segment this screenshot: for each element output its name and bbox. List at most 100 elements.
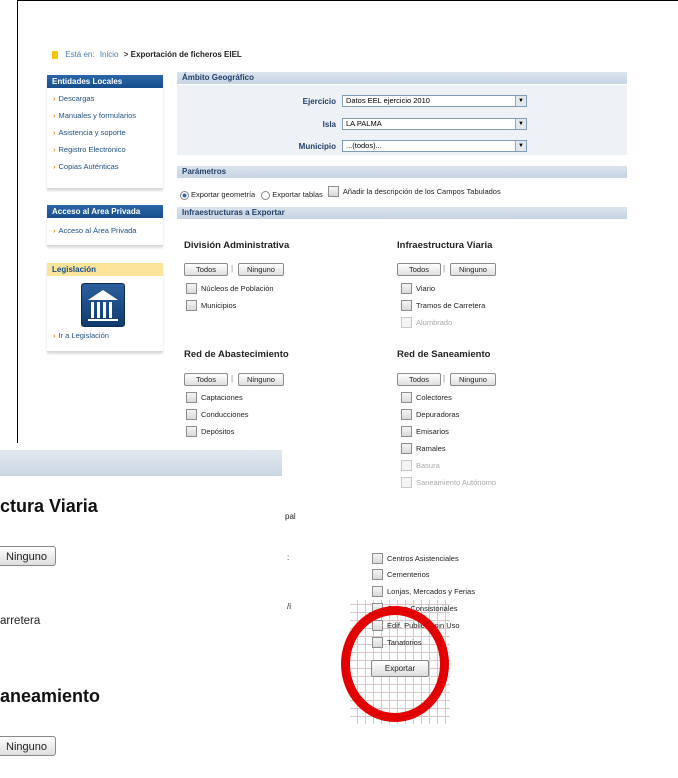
breadcrumb-prefix: Está en:	[65, 50, 95, 59]
checkbox-label: Saneamiento Autónomo	[416, 478, 497, 487]
breadcrumb: Está en: Inicio > Exportación de fichero…	[52, 50, 242, 59]
zoom-ninguno-button-2[interactable]: Ninguno	[0, 736, 56, 756]
checkbox-label: Viario	[416, 284, 436, 293]
sidebar-item-registro[interactable]: Registro Electrónico	[47, 141, 163, 158]
radio-tablas[interactable]	[261, 190, 271, 200]
checkbox-box[interactable]	[372, 569, 383, 580]
viaria-title: Infraestructura Viaria	[397, 240, 493, 251]
checkbox-label: Conducciones	[201, 410, 249, 419]
checkbox-depuradoras[interactable]: Depuradoras	[401, 409, 459, 420]
checkbox-label: Tramos de Carretera	[416, 301, 486, 310]
checkbox-basura: Basura	[401, 460, 440, 471]
isla-select-value: LA PALMA	[346, 119, 382, 128]
checkbox-colectores[interactable]: Colectores	[401, 392, 452, 403]
sidebar-acceso-title: Acceso al Area Privada	[47, 205, 163, 218]
checkbox-municipios[interactable]: Municipios	[186, 300, 236, 311]
saneamiento-title: Red de Saneamiento	[397, 349, 491, 360]
checkbox-label: Depuradoras	[416, 410, 460, 419]
highlight-circle	[341, 606, 449, 722]
division-ninguno-button[interactable]: Ninguno	[238, 263, 284, 276]
checkbox-box[interactable]	[186, 426, 197, 437]
abastecimiento-title: Red de Abastecimiento	[184, 349, 289, 360]
checkbox-depositos[interactable]: Depósitos	[186, 426, 234, 437]
checkbox-descripcion[interactable]	[327, 186, 339, 197]
zoom-ninguno-button[interactable]: Ninguno	[0, 546, 56, 566]
zoom-header-bar	[0, 450, 282, 476]
ejercicio-select[interactable]: Datos EEL ejercicio 2010 ▼	[342, 95, 527, 107]
checkbox-box[interactable]	[401, 443, 412, 454]
isla-select[interactable]: LA PALMA ▼	[342, 118, 527, 130]
chevron-down-icon: ▼	[515, 141, 526, 151]
ejercicio-label: Ejercicio	[302, 97, 336, 106]
abastecimiento-todos-button[interactable]: Todos	[184, 373, 228, 386]
checkbox-box	[401, 317, 412, 328]
checkbox-box[interactable]	[401, 426, 412, 437]
checkbox-label: Depósitos	[201, 427, 235, 436]
viaria-ninguno-button[interactable]: Ninguno	[450, 263, 496, 276]
checkbox-lonjas[interactable]: Lonjas, Mercados y Ferias	[372, 586, 475, 597]
checkbox-label: Captaciones	[201, 393, 243, 402]
checkbox-box[interactable]	[401, 392, 412, 403]
checkbox-saneamiento-autonomo: Saneamiento Autónomo	[401, 477, 496, 488]
checkbox-descripcion-label: Añadir la descripción de los Campos Tabu…	[342, 187, 501, 196]
hidden-text-fragment: :	[287, 553, 290, 562]
division-title: División Administrativa	[184, 240, 290, 251]
checkbox-conducciones[interactable]: Conducciones	[186, 409, 249, 420]
checkbox-box[interactable]	[186, 283, 197, 294]
checkbox-captaciones[interactable]: Captaciones	[186, 392, 243, 403]
zoom-tramos-text: arretera	[0, 615, 41, 627]
zoom-viaria-title: ctura Viaria	[0, 496, 98, 516]
breadcrumb-home-link[interactable]: Inicio	[100, 50, 119, 59]
sidebar-item-descargas[interactable]: Descargas	[47, 90, 163, 107]
checkbox-box	[401, 460, 412, 471]
viaria-todos-button[interactable]: Todos	[397, 263, 441, 276]
checkbox-cementerios[interactable]: Cementerios	[372, 569, 430, 580]
checkbox-box[interactable]	[401, 283, 412, 294]
abastecimiento-ninguno-button[interactable]: Ninguno	[238, 373, 284, 386]
saneamiento-separator: |	[443, 374, 446, 383]
sidebar-item-ir-legislacion[interactable]: Ir a Legislación	[47, 327, 109, 344]
infra-section-header: Infraestructuras a Exportar	[177, 207, 627, 219]
checkbox-box[interactable]	[372, 553, 383, 564]
checkbox-viario[interactable]: Viario	[401, 283, 435, 294]
parametros-section-header: Parámetros	[177, 166, 627, 178]
checkbox-emisarios[interactable]: Emisarios	[401, 426, 449, 437]
checkbox-centros-asistenciales[interactable]: Centros Asistenciales	[372, 553, 459, 564]
checkbox-label: Emisarios	[416, 427, 449, 436]
checkbox-label: Basura	[416, 461, 440, 470]
checkbox-label: Alumbrado	[416, 318, 453, 327]
checkbox-box	[401, 477, 412, 488]
bullet-icon	[52, 50, 58, 59]
checkbox-ramales[interactable]: Ramales	[401, 443, 446, 454]
saneamiento-ninguno-button[interactable]: Ninguno	[450, 373, 496, 386]
checkbox-label: Lonjas, Mercados y Ferias	[387, 587, 475, 596]
checkbox-label: Municipios	[201, 301, 237, 310]
zoom-saneamiento-title: aneamiento	[0, 686, 101, 706]
checkbox-box[interactable]	[401, 300, 412, 311]
sidebar-item-manuales[interactable]: Manuales y formularios	[47, 107, 163, 124]
sidebar-legislacion-title: Legislación	[47, 263, 163, 276]
checkbox-label: Núcleos de Población	[201, 284, 274, 293]
chevron-down-icon: ▼	[515, 119, 526, 129]
sidebar-item-asistencia[interactable]: Asistencia y soporte	[47, 124, 163, 141]
municipio-select[interactable]: ...(todos)... ▼	[342, 140, 527, 152]
checkbox-box[interactable]	[372, 586, 383, 597]
abastecimiento-separator: |	[231, 374, 234, 383]
radio-geometria[interactable]	[180, 190, 189, 200]
sidebar-item-acceso-privada[interactable]: Acceso al Área Privada	[47, 222, 163, 239]
radio-tablas-label: Exportar tablas	[272, 190, 323, 199]
checkbox-box[interactable]	[401, 409, 412, 420]
sidebar-item-copias[interactable]: Copias Auténticas	[47, 158, 163, 175]
checkbox-box[interactable]	[186, 300, 197, 311]
checkbox-tramos[interactable]: Tramos de Carretera	[401, 300, 485, 311]
checkbox-nucleos[interactable]: Núcleos de Población	[186, 283, 274, 294]
checkbox-box[interactable]	[186, 392, 197, 403]
checkbox-box[interactable]	[186, 409, 197, 420]
checkbox-alumbrado: Alumbrado	[401, 317, 452, 328]
sidebar-entidades-locales: Entidades Locales Descargas Manuales y f…	[47, 75, 163, 189]
division-todos-button[interactable]: Todos	[184, 263, 228, 276]
checkbox-label: Cementerios	[387, 570, 430, 579]
legislation-logo-icon[interactable]	[81, 283, 125, 327]
ejercicio-select-value: Datos EEL ejercicio 2010	[346, 96, 430, 105]
saneamiento-todos-button[interactable]: Todos	[397, 373, 441, 386]
